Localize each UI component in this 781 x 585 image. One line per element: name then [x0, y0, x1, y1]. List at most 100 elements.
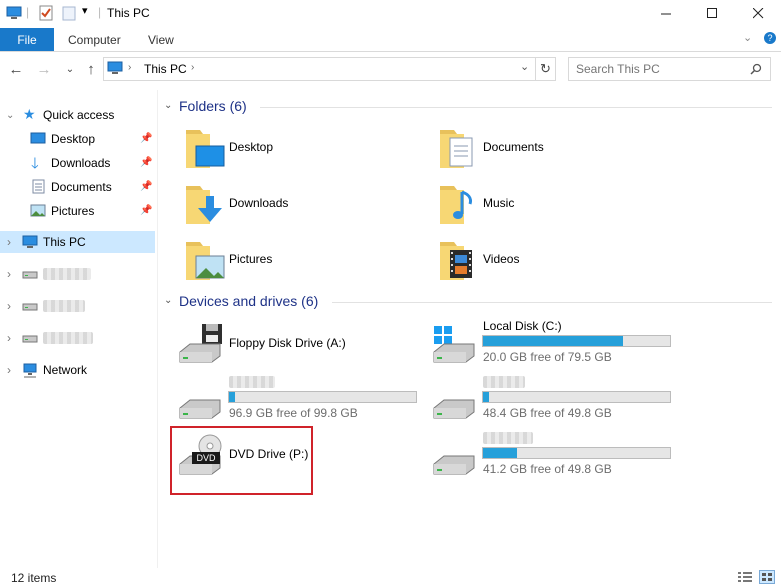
sidebar-item-documents[interactable]: Documents 📌 [0, 176, 155, 198]
section-header-devices[interactable]: Devices and drives (6) [179, 293, 318, 309]
desktop-folder-icon [186, 130, 225, 168]
sidebar-item-label: Quick access [43, 108, 115, 122]
new-folder-icon[interactable] [61, 5, 77, 21]
dvd-badge: DVD [192, 452, 220, 464]
drive-label: DVD Drive (P:) [229, 447, 309, 461]
pictures-icon [30, 204, 46, 217]
documents-folder-icon [440, 130, 473, 168]
drive-free-space: 48.4 GB free of 49.8 GB [483, 406, 612, 420]
chevron-right-icon[interactable]: › [7, 363, 11, 377]
search-icon[interactable] [750, 63, 762, 75]
drive-dvd[interactable]: DVD DVD Drive (P:) [176, 430, 310, 480]
maximize-button[interactable] [689, 0, 735, 26]
up-arrow-icon[interactable]: ↑ [83, 61, 99, 78]
tab-computer[interactable]: Computer [68, 33, 121, 47]
folder-videos[interactable]: Videos [434, 236, 674, 284]
drive-redacted[interactable]: 48.4 GB free of 49.8 GB [430, 374, 680, 424]
drive-label: Local Disk (C:) [483, 319, 562, 333]
section-divider [332, 302, 772, 303]
details-view-icon[interactable] [737, 571, 753, 583]
separator: | [98, 5, 102, 19]
breadcrumb[interactable]: This PC [144, 62, 187, 76]
folder-music[interactable]: Music [434, 180, 674, 228]
drive-usage-fill [229, 392, 235, 402]
folder-label: Desktop [229, 140, 274, 154]
network-icon [23, 363, 37, 378]
folder-downloads[interactable]: Downloads [180, 180, 420, 228]
minimize-button[interactable] [643, 0, 689, 26]
sidebar-item-label: Pictures [51, 204, 95, 218]
folder-label: Downloads [229, 196, 289, 210]
chevron-right-icon[interactable]: › [7, 299, 11, 313]
close-button[interactable] [735, 0, 781, 26]
sidebar-item-drive[interactable]: › [0, 295, 155, 317]
sidebar-item-label: Downloads [51, 156, 111, 170]
breadcrumb-chevron-icon[interactable]: › [128, 62, 131, 73]
back-arrow-icon[interactable]: ← [8, 61, 24, 78]
sidebar-item-label: Documents [51, 180, 112, 194]
chevron-right-icon[interactable]: › [7, 235, 11, 249]
chevron-down-icon[interactable]: ⌄ [743, 31, 752, 44]
drive-icon [179, 399, 221, 419]
refresh-icon[interactable]: ↻ [540, 61, 551, 77]
search-input[interactable] [576, 62, 746, 76]
forward-arrow-icon[interactable]: → [36, 61, 52, 78]
pane-divider [157, 90, 158, 568]
tab-view[interactable]: View [148, 33, 174, 47]
tab-file[interactable]: File [0, 28, 54, 51]
sidebar-item-desktop[interactable]: Desktop 📌 [0, 128, 155, 150]
desktop-icon [30, 132, 46, 144]
pin-icon[interactable]: 📌 [140, 133, 152, 144]
sidebar-item-pictures[interactable]: Pictures 📌 [0, 200, 155, 222]
address-dropdown-icon[interactable]: ⌄ [520, 60, 529, 73]
chevron-down-icon[interactable]: ⌄ [6, 110, 14, 121]
sidebar-item-label: This PC [43, 235, 86, 249]
chevron-right-icon[interactable]: › [7, 331, 11, 345]
drive-label-redacted [43, 332, 93, 344]
drive-free-space: 41.2 GB free of 49.8 GB [483, 462, 612, 476]
folder-label: Music [483, 196, 515, 210]
chevron-right-icon[interactable]: › [7, 267, 11, 281]
star-icon: ★ [23, 106, 36, 122]
pin-icon[interactable]: 📌 [140, 157, 152, 168]
pictures-folder-icon [186, 242, 225, 280]
properties-icon[interactable] [38, 5, 54, 21]
folder-label: Documents [483, 140, 544, 154]
sidebar-item-drive[interactable]: › [0, 327, 155, 349]
documents-icon [32, 179, 45, 194]
computer-icon[interactable] [6, 5, 22, 21]
breadcrumb-chevron-icon[interactable]: › [191, 62, 194, 73]
drive-redacted[interactable]: 41.2 GB free of 49.8 GB [430, 430, 680, 480]
floppy-drive-icon [179, 324, 222, 363]
drive-free-space: 20.0 GB free of 79.5 GB [483, 350, 612, 364]
window-title: This PC [107, 6, 150, 20]
chevron-down-icon[interactable]: ⌄ [164, 295, 172, 306]
sidebar-item-quick-access[interactable]: ⌄ ★ Quick access [0, 104, 155, 126]
folder-desktop[interactable]: Desktop [180, 124, 420, 172]
pin-icon[interactable]: 📌 [140, 181, 152, 192]
pin-icon[interactable]: 📌 [140, 205, 152, 216]
recent-locations-icon[interactable]: ⌄ [62, 61, 78, 77]
sidebar-item-downloads[interactable]: 🡓 Downloads 📌 [0, 152, 155, 174]
drive-local-disk-c[interactable]: Local Disk (C:) 20.0 GB free of 79.5 GB [430, 318, 680, 368]
windows-drive-icon [433, 326, 475, 363]
sidebar-item-this-pc[interactable]: › This PC [0, 231, 155, 253]
status-item-count: 12 items [11, 571, 57, 585]
sidebar-item-drive[interactable]: › [0, 263, 155, 285]
folder-pictures[interactable]: Pictures [180, 236, 420, 284]
drive-floppy[interactable]: Floppy Disk Drive (A:) [176, 320, 426, 366]
drive-label-redacted [229, 376, 275, 388]
section-header-folders[interactable]: Folders (6) [179, 98, 247, 114]
help-icon[interactable]: ? [764, 32, 776, 44]
customize-toolbar-icon[interactable]: ▾ [82, 4, 88, 17]
drive-usage-fill [483, 392, 489, 402]
computer-icon [22, 235, 38, 248]
downloads-icon: 🡓 [31, 155, 39, 172]
sidebar-item-network[interactable]: › Network [0, 359, 155, 381]
drive-redacted[interactable]: 96.9 GB free of 99.8 GB [176, 374, 426, 424]
large-icons-view-icon[interactable] [759, 570, 775, 584]
music-folder-icon [440, 186, 472, 224]
folder-documents[interactable]: Documents [434, 124, 674, 172]
chevron-down-icon[interactable]: ⌄ [164, 100, 172, 111]
drive-icon [22, 271, 38, 279]
